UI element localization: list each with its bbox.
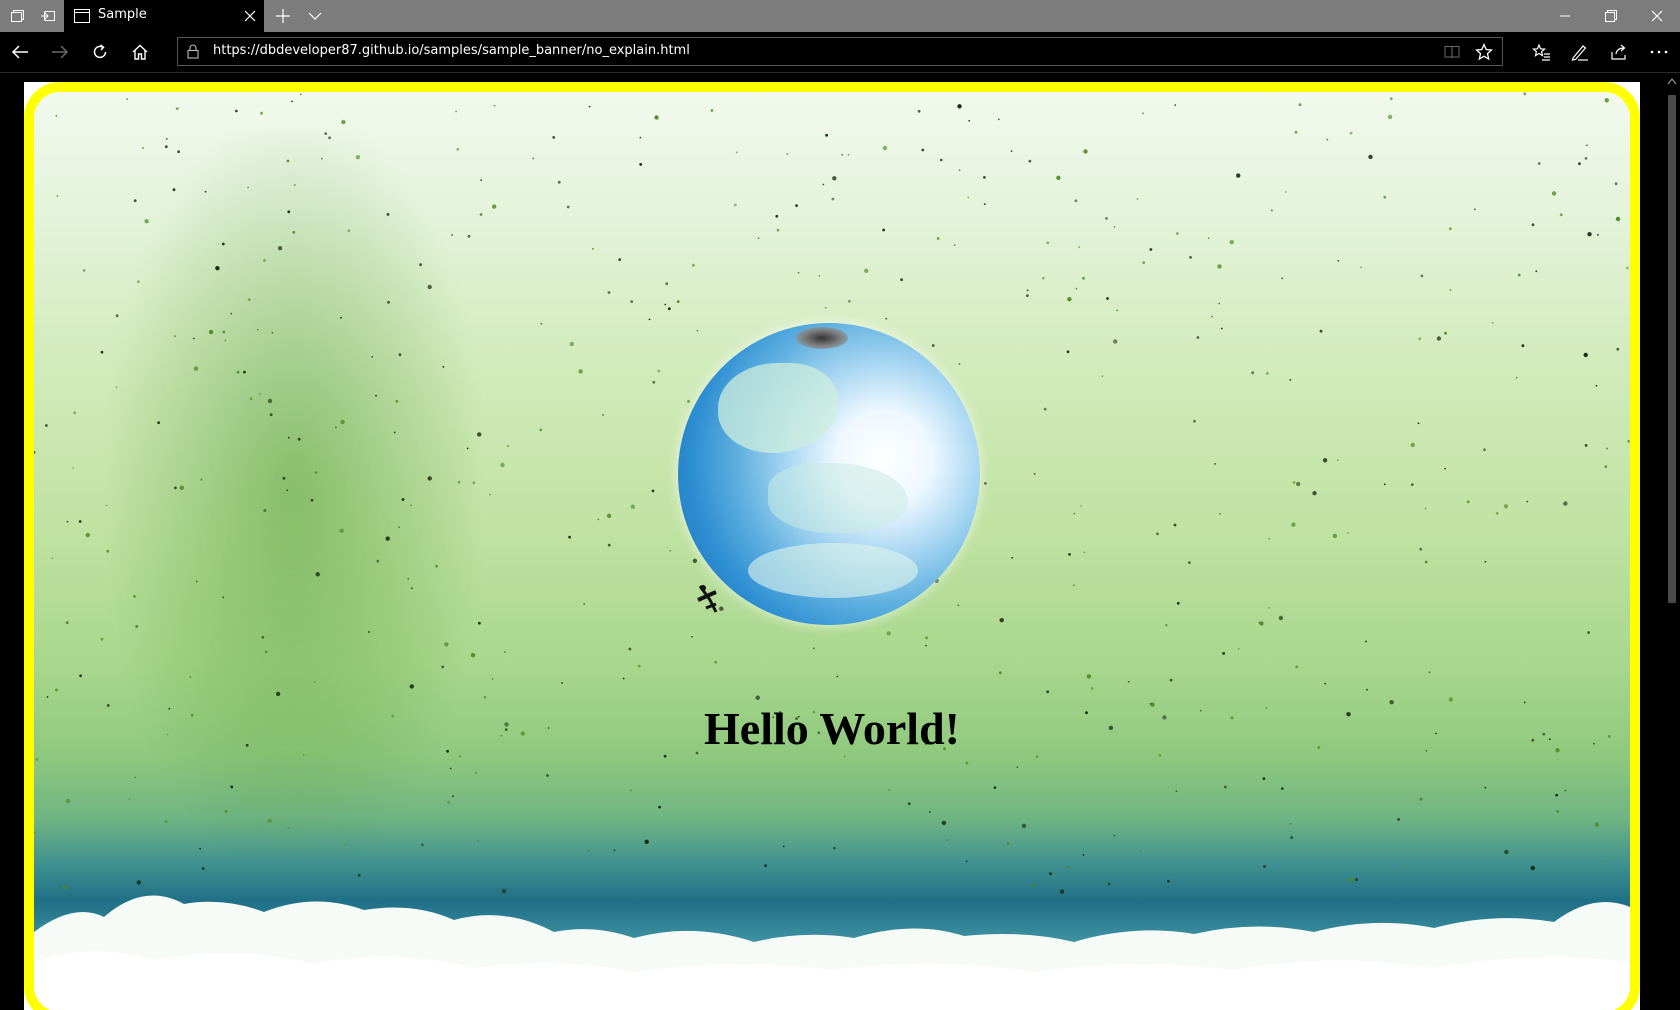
- tab-actions-icon: [11, 10, 24, 22]
- tab-strip: Sample: [0, 0, 1680, 32]
- back-icon: [11, 45, 28, 59]
- forward-icon: [52, 45, 69, 59]
- new-tab-button[interactable]: [268, 0, 298, 32]
- minimize-icon: [1560, 15, 1570, 17]
- share-icon: [1611, 44, 1626, 60]
- close-window-icon: [1651, 10, 1663, 22]
- tab-list-chevron-icon: [308, 12, 322, 20]
- favorites-hub-button[interactable]: [1521, 36, 1561, 68]
- more-icon: [1650, 50, 1668, 54]
- new-tab-icon: [276, 9, 290, 23]
- tabs-aside-icon: [41, 11, 55, 21]
- share-button[interactable]: [1599, 36, 1639, 68]
- favorite-button[interactable]: [1472, 41, 1496, 63]
- refresh-icon: [93, 44, 107, 59]
- address-bar[interactable]: https://dbdeveloper87.github.io/samples/…: [177, 37, 1503, 66]
- airplane-icon: [697, 585, 718, 613]
- tab-sample[interactable]: Sample: [64, 0, 264, 32]
- close-tab-button[interactable]: [240, 6, 260, 26]
- planet-image: [678, 323, 980, 625]
- scroll-up-icon[interactable]: [1667, 77, 1677, 85]
- refresh-button[interactable]: [80, 36, 120, 68]
- home-button[interactable]: [120, 36, 160, 68]
- tab-title: Sample: [98, 7, 147, 22]
- minimize-button[interactable]: [1542, 0, 1588, 32]
- reading-view-button[interactable]: [1440, 41, 1464, 63]
- favorites-hub-icon: [1531, 43, 1550, 61]
- page-viewport: Hello World!: [0, 73, 1664, 1010]
- close-window-button[interactable]: [1634, 0, 1680, 32]
- more-button[interactable]: [1639, 36, 1679, 68]
- vertical-scrollbar[interactable]: [1664, 73, 1680, 1010]
- banner-headline: Hello World!: [704, 703, 960, 754]
- navigation-toolbar: https://dbdeveloper87.github.io/samples/…: [0, 32, 1680, 72]
- home-icon: [132, 44, 148, 60]
- url-text[interactable]: https://dbdeveloper87.github.io/samples/…: [213, 43, 690, 58]
- close-tab-icon: [244, 10, 256, 22]
- back-button[interactable]: [0, 36, 40, 68]
- reading-view-icon: [1444, 46, 1460, 59]
- page-icon: [74, 9, 90, 23]
- tabs-aside-button[interactable]: [33, 0, 63, 32]
- clouds-layer: [34, 895, 1630, 1010]
- restore-icon: [1605, 10, 1617, 22]
- scrollbar-thumb[interactable]: [1668, 95, 1676, 603]
- page-body: Hello World!: [24, 82, 1640, 1010]
- pen-icon: [1571, 45, 1588, 61]
- tab-actions-button[interactable]: [2, 0, 32, 32]
- lock-icon: [187, 44, 199, 59]
- tab-list-button[interactable]: [300, 0, 330, 32]
- forward-button[interactable]: [40, 36, 80, 68]
- favorite-star-icon: [1475, 43, 1493, 61]
- pen-button[interactable]: [1560, 36, 1600, 68]
- restore-button[interactable]: [1588, 0, 1634, 32]
- banner: Hello World!: [24, 82, 1640, 1010]
